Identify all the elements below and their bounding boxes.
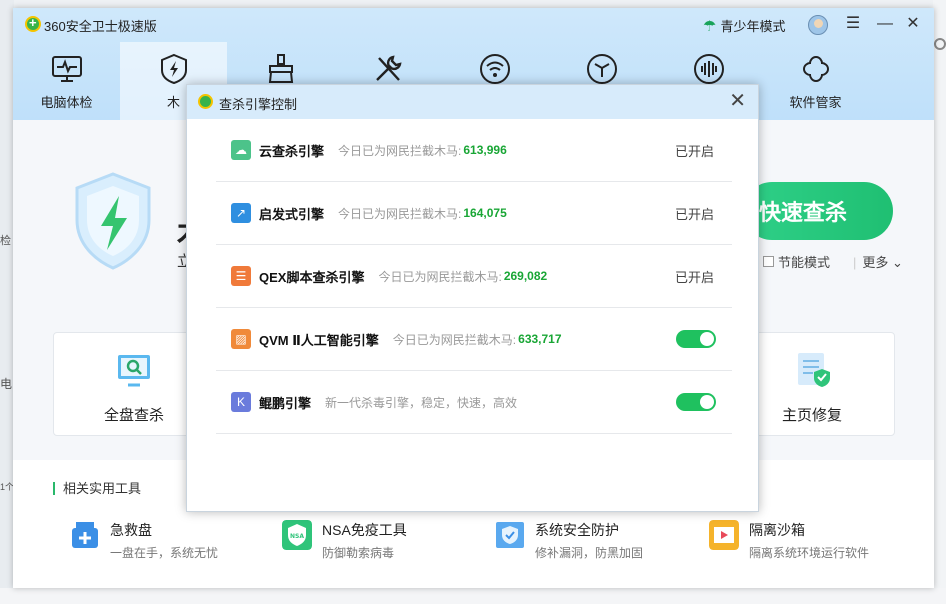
cloud-icon: ☁	[231, 140, 251, 160]
checkbox-icon	[763, 256, 774, 267]
engine-name: 鲲鹏引擎	[259, 395, 312, 411]
engine-row-kunpeng: K 鲲鹏引擎 新一代杀毒引擎，稳定，快速，高效	[216, 371, 732, 434]
avatar[interactable]	[808, 15, 828, 35]
engine-desc: 今日已为网民拦截木马:	[392, 332, 517, 347]
tool-desc: 防御勒索病毒	[322, 546, 395, 560]
engine-status: 已开启	[674, 143, 714, 159]
wrench-icon	[375, 55, 402, 81]
ai-image-icon: ▨	[231, 329, 251, 349]
engine-count: 633,717	[518, 332, 562, 346]
app-logo-icon	[198, 94, 213, 109]
sound-wave-icon	[693, 54, 724, 84]
nav-label: 电脑体检	[40, 95, 93, 110]
tool-name: 隔离沙箱	[749, 522, 805, 538]
tool-sandbox[interactable]: 隔离沙箱 隔离系统环境运行软件	[709, 520, 869, 561]
monitor-search-icon	[118, 355, 150, 387]
engine-name: 云查杀引擎	[259, 143, 325, 159]
engine-row-heuristic: ↗ 启发式引擎 今日已为网民拦截木马: 164,075 已开启	[216, 182, 732, 245]
engine-count: 613,996	[463, 143, 507, 157]
cube-icon	[586, 54, 617, 84]
engine-count: 164,075	[463, 206, 507, 220]
close-button[interactable]: ✕	[903, 14, 923, 34]
nav-item-software[interactable]: 软件管家	[762, 42, 869, 120]
background-text: 电	[0, 377, 13, 391]
engine-list: ☁ 云查杀引擎 今日已为网民拦截木马: 613,996 已开启 ↗ 启发式引擎 …	[216, 119, 732, 434]
background-search-icon	[934, 38, 946, 50]
tool-name: 系统安全防护	[535, 522, 619, 538]
menu-button[interactable]: ☰	[843, 14, 863, 34]
tool-desc: 一盘在手，系统无忧	[110, 546, 219, 560]
trend-icon: ↗	[231, 203, 251, 223]
minimize-button[interactable]: —	[875, 14, 895, 34]
tool-name: NSA免疫工具	[322, 522, 407, 538]
app-logo-icon	[25, 15, 41, 32]
app-title: 360安全卫士极速版	[44, 19, 157, 34]
svg-text:NSA: NSA	[290, 533, 304, 540]
engine-name: QEX脚本查杀引擎	[259, 269, 365, 285]
shield-bolt-icon	[160, 53, 187, 85]
nav-item-checkup[interactable]: 电脑体检	[13, 42, 120, 120]
home-repair-card[interactable]: 主页修复	[752, 351, 872, 425]
dialog-title: 查杀引擎控制	[219, 97, 298, 112]
chevron-down-icon: ⌄	[892, 255, 903, 270]
teen-mode-label: 青少年模式	[720, 19, 786, 34]
page-shield-icon	[798, 353, 830, 387]
umbrella-icon: ☂	[703, 17, 717, 35]
dialog-header: 查杀引擎控制 ✕	[187, 85, 758, 119]
monitor-pulse-icon	[51, 56, 82, 82]
tool-desc: 修补漏洞，防黑加固	[535, 546, 644, 560]
more-button[interactable]: | 更多 ⌄	[853, 252, 903, 271]
nav-label: 木	[166, 95, 180, 110]
full-scan-card[interactable]: 全盘查杀	[74, 351, 194, 425]
nav-label: 软件管家	[789, 95, 842, 110]
engine-desc: 今日已为网民拦截木马:	[378, 269, 502, 284]
background-right-strip	[933, 0, 946, 604]
home-repair-label: 主页修复	[781, 407, 842, 424]
k-icon: K	[231, 392, 251, 412]
background-text: 1个	[0, 482, 15, 492]
engine-status: 已开启	[674, 206, 714, 222]
close-icon[interactable]: ✕	[729, 91, 746, 111]
engine-desc: 今日已为网民拦截木马:	[338, 206, 462, 221]
tool-system-protect[interactable]: 系统安全防护 修补漏洞，防黑加固	[495, 520, 643, 561]
engine-desc: 今日已为网民拦截木马:	[338, 143, 462, 158]
background-text: 检	[0, 235, 11, 247]
system-shield-icon	[496, 522, 524, 548]
apps-icon	[802, 55, 829, 83]
tool-nsa[interactable]: NSA NSA免疫工具 防御勒索病毒	[282, 520, 407, 561]
tool-rescue-disk[interactable]: 急救盘 一盘在手，系统无忧	[70, 520, 218, 561]
tool-name: 急救盘	[110, 522, 152, 538]
background-bottom-strip	[0, 588, 946, 604]
engine-status: 已开启	[674, 269, 714, 285]
broom-icon	[268, 54, 293, 83]
script-icon: ☰	[231, 266, 251, 286]
engine-toggle[interactable]	[676, 330, 716, 348]
engine-row-cloud: ☁ 云查杀引擎 今日已为网民拦截木马: 613,996 已开启	[216, 119, 732, 182]
eco-mode-label: 节能模式	[778, 255, 831, 270]
eco-mode-checkbox[interactable]: 节能模式	[763, 252, 830, 271]
rescue-disk-icon	[72, 522, 98, 548]
engine-row-qvm: ▨ QVM Ⅱ人工智能引擎 今日已为网民拦截木马: 633,717	[216, 308, 732, 371]
background-left-strip	[0, 0, 14, 604]
nsa-shield-icon: NSA	[282, 520, 312, 550]
full-scan-label: 全盘查杀	[103, 407, 164, 424]
engine-desc: 新一代杀毒引擎，稳定，快速，高效	[325, 395, 518, 410]
engine-toggle[interactable]	[676, 393, 716, 411]
tools-heading: 相关实用工具	[53, 482, 141, 495]
sandbox-icon	[709, 520, 739, 550]
wifi-icon	[479, 54, 510, 84]
engine-row-qex: ☰ QEX脚本查杀引擎 今日已为网民拦截木马: 269,082 已开启	[216, 245, 732, 308]
teen-mode-button[interactable]: ☂ 青少年模式	[703, 16, 785, 35]
shield-bolt-illustration	[75, 172, 151, 270]
tool-desc: 隔离系统环境运行软件	[749, 546, 870, 560]
engine-name: QVM Ⅱ人工智能引擎	[259, 332, 379, 348]
engine-control-dialog: 查杀引擎控制 ✕ ☁ 云查杀引擎 今日已为网民拦截木马: 613,996 已开启…	[186, 84, 759, 512]
engine-name: 启发式引擎	[259, 206, 325, 222]
engine-count: 269,082	[503, 269, 548, 283]
more-label: 更多	[862, 255, 889, 270]
quick-scan-button[interactable]: 快速查杀	[743, 182, 893, 240]
